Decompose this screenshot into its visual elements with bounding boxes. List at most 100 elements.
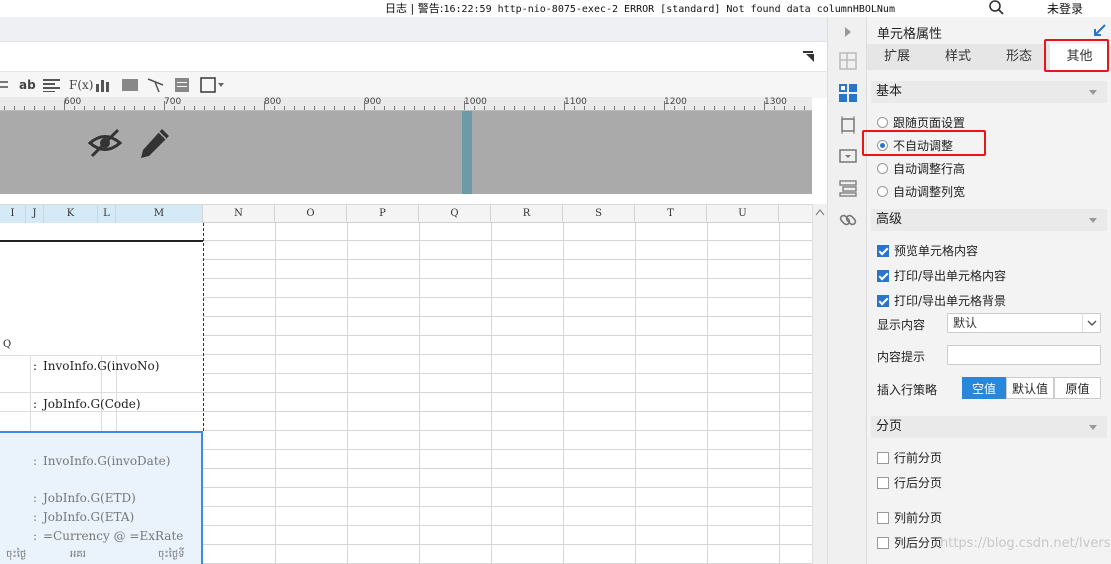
insert-null-button[interactable]: 空值 [962, 377, 1006, 399]
column-header[interactable]: L [98, 205, 116, 223]
ruler-tick [254, 106, 255, 110]
radio-auto-width[interactable]: 自动调整列宽 [877, 183, 965, 200]
cell-invo-no[interactable]: InvoInfo.G(invoNo) [43, 359, 159, 373]
grid-row-line [203, 506, 812, 507]
ruler-tick [294, 106, 295, 110]
column-header[interactable]: M [116, 205, 203, 223]
grid-col-line [635, 223, 636, 564]
text-style-button[interactable]: ab [19, 76, 36, 94]
scroll-up-icon[interactable] [815, 208, 825, 216]
search-icon[interactable] [988, 0, 1006, 16]
column-header[interactable]: K [44, 205, 98, 223]
column-header[interactable]: I [0, 205, 26, 223]
column-header[interactable]: N [203, 205, 275, 223]
radio-follow-page[interactable]: 跟随页面设置 [877, 114, 965, 131]
ruler-tick [154, 106, 155, 110]
grid-col-line [203, 223, 204, 431]
column-header[interactable]: P [347, 205, 419, 223]
insert-default-button[interactable]: 默认值 [1006, 377, 1054, 399]
check-page-after-row[interactable]: 行后分页 [877, 474, 942, 491]
column-header[interactable]: J [26, 205, 44, 223]
ruler-tick [704, 106, 705, 110]
image-icon[interactable] [122, 76, 138, 94]
ruler-tick [684, 106, 685, 110]
cell-footer-c[interactable]: ចុះថ្ងៃទី [158, 547, 185, 562]
cell-currency[interactable]: =Currency @ =ExRate [43, 529, 183, 543]
option-label: 跟随页面设置 [893, 116, 966, 130]
section-advanced[interactable]: 高级 [871, 209, 1107, 231]
column-header[interactable]: U [707, 205, 779, 223]
ruler-label: 700 [164, 97, 182, 107]
ruler-tick [644, 106, 645, 110]
expand-right-icon[interactable] [838, 22, 858, 42]
cell-job-code[interactable]: JobInfo.G(Code) [43, 397, 141, 411]
ruler-tick [494, 106, 495, 110]
pencil-icon[interactable] [138, 127, 172, 161]
frame-icon[interactable] [838, 115, 858, 135]
ruler-tick [304, 106, 305, 110]
status-bar: 日志 | 警告:16:22:59 http-nio-8075-exec-2 ER… [0, 0, 1111, 16]
toolbar [0, 42, 827, 72]
column-header[interactable]: S [563, 205, 635, 223]
ruler-tick [754, 106, 755, 110]
checkbox-icon [877, 451, 889, 464]
cell-invo-date[interactable]: InvoInfo.G(invoDate) [43, 454, 170, 468]
cell-attributes-icon[interactable] [838, 83, 858, 103]
ruler-tick [74, 106, 75, 110]
radio-auto-height[interactable]: 自动调整行高 [877, 160, 965, 177]
column-header[interactable]: O [275, 205, 347, 223]
vertical-scrollbar[interactable] [812, 204, 827, 564]
section-pagination[interactable]: 分页 [871, 416, 1107, 438]
cell-eta[interactable]: JobInfo.G(ETA) [43, 510, 134, 524]
check-preview-content[interactable]: 预览单元格内容 [877, 242, 978, 259]
ruler-tick [44, 106, 45, 110]
hidden-eye-icon[interactable] [88, 128, 122, 158]
condition-icon[interactable] [838, 178, 858, 198]
insert-original-button[interactable]: 原值 [1054, 377, 1101, 399]
login-link[interactable]: 未登录 [1047, 0, 1083, 17]
option-label: 打印/导出单元格内容 [894, 269, 1007, 283]
column-header[interactable]: R [491, 205, 563, 223]
ruler-tick [404, 106, 405, 110]
cell-footer-a[interactable]: ចុះថ្ងៃ [6, 547, 26, 562]
border-icon[interactable] [200, 76, 224, 94]
check-page-after-col[interactable]: 列后分页 [877, 534, 942, 551]
log-link[interactable]: 日志 [385, 2, 407, 15]
section-basic[interactable]: 基本 [871, 81, 1107, 103]
link-icon[interactable] [838, 210, 858, 230]
formula-button[interactable]: F(x) [69, 76, 93, 94]
widget-icon[interactable] [838, 146, 858, 166]
section-label: 分页 [876, 419, 903, 434]
cell-etd[interactable]: JobInfo.G(ETD) [43, 491, 136, 505]
ruler-tick [514, 106, 515, 110]
check-print-background[interactable]: 打印/导出单元格背景 [877, 292, 1006, 309]
tab-form[interactable]: 形态 [989, 44, 1049, 70]
check-print-content[interactable]: 打印/导出单元格内容 [877, 267, 1006, 284]
collapse-icon[interactable] [803, 51, 817, 63]
tab-style[interactable]: 样式 [928, 44, 988, 70]
tab-expand[interactable]: 扩展 [867, 44, 927, 70]
ruler-tick [744, 106, 745, 110]
edit-arrow-icon[interactable] [1093, 23, 1107, 37]
ruler-tick [194, 106, 195, 110]
cell-footer-b[interactable]: អគរ [70, 547, 86, 562]
paragraph-icon[interactable] [43, 76, 61, 94]
cell-colon: : [33, 359, 38, 373]
grid-col-line [419, 223, 420, 564]
column-header[interactable]: T [635, 205, 707, 223]
checkbox-checked-icon [877, 269, 889, 282]
content-tip-input[interactable] [947, 345, 1101, 365]
column-header[interactable]: Q [419, 205, 491, 223]
display-content-select[interactable]: 默认 [947, 313, 1101, 333]
table-icon[interactable] [175, 76, 189, 94]
radio-icon [877, 117, 888, 128]
align-icon[interactable] [0, 76, 8, 94]
chart-icon[interactable] [96, 76, 112, 94]
slash-icon[interactable] [147, 76, 165, 94]
checkbox-icon [877, 511, 889, 524]
cell-layout-icon[interactable] [838, 51, 858, 71]
grid-col-line [491, 223, 492, 564]
ruler-tick [94, 106, 95, 110]
check-page-before-row[interactable]: 行前分页 [877, 449, 942, 466]
check-page-before-col[interactable]: 列前分页 [877, 509, 942, 526]
